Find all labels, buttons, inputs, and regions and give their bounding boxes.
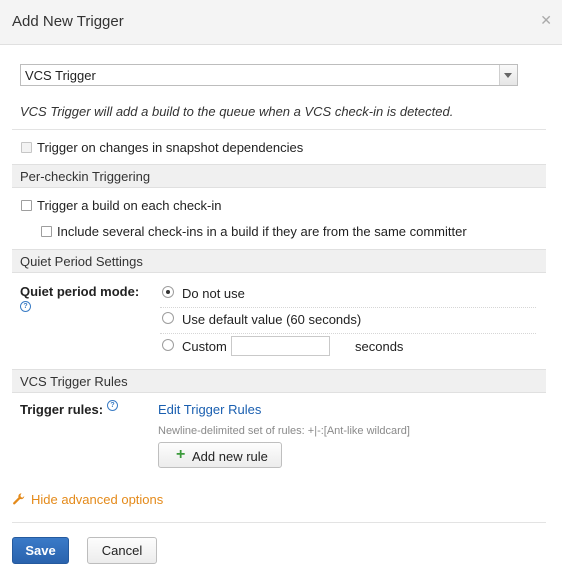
add-trigger-dialog: Add New Trigger ✕ VCS Trigger VCS Trigge… — [0, 0, 562, 570]
trigger-rules-hint: Newline-delimited set of rules: +|-:[Ant… — [158, 425, 410, 437]
radio-default-value-label: Use default value (60 seconds) — [182, 312, 362, 327]
dialog-header: Add New Trigger ✕ — [0, 0, 562, 45]
plus-icon: + — [176, 446, 186, 463]
add-new-rule-label: Add new rule — [192, 449, 268, 464]
help-icon[interactable]: ? — [20, 301, 31, 312]
radio-default-value[interactable] — [162, 312, 174, 324]
trigger-each-checkin-checkbox[interactable] — [21, 200, 32, 211]
trigger-rules-label: Trigger rules: — [20, 402, 104, 417]
divider — [160, 307, 536, 308]
custom-seconds-unit: seconds — [355, 339, 404, 354]
divider — [160, 333, 536, 334]
trigger-description: VCS Trigger will add a build to the queu… — [20, 104, 454, 119]
close-icon[interactable]: ✕ — [540, 12, 552, 29]
edit-trigger-rules-link[interactable]: Edit Trigger Rules — [158, 402, 261, 417]
trigger-each-checkin-label: Trigger a build on each check-in — [37, 198, 222, 213]
custom-seconds-input[interactable] — [231, 336, 330, 356]
section-quiet-period-title: Quiet Period Settings — [20, 254, 143, 269]
trigger-type-select[interactable]: VCS Trigger — [20, 64, 518, 86]
snapshot-dependencies-label: Trigger on changes in snapshot dependenc… — [37, 140, 304, 155]
divider — [12, 129, 546, 130]
advanced-options-label: Hide advanced options — [31, 492, 164, 507]
chevron-down-icon[interactable] — [499, 65, 517, 85]
help-icon[interactable]: ? — [107, 400, 118, 411]
section-per-checkin-title: Per-checkin Triggering — [20, 169, 151, 184]
cancel-button[interactable]: Cancel — [87, 537, 157, 564]
divider — [12, 522, 546, 523]
snapshot-dependencies-checkbox[interactable] — [21, 142, 32, 153]
radio-custom[interactable] — [162, 339, 174, 351]
radio-do-not-use[interactable] — [162, 286, 174, 298]
trigger-type-value: VCS Trigger — [25, 68, 96, 83]
radio-custom-label: Custom — [182, 339, 227, 354]
section-trigger-rules-title: VCS Trigger Rules — [20, 374, 128, 389]
add-new-rule-button[interactable]: + Add new rule — [158, 442, 282, 468]
include-several-label: Include several check-ins in a build if … — [57, 224, 467, 239]
dialog-title: Add New Trigger — [12, 13, 124, 30]
include-several-checkbox[interactable] — [41, 226, 52, 237]
wrench-icon — [13, 493, 25, 505]
section-quiet-period: Quiet Period Settings — [12, 249, 546, 273]
radio-do-not-use-label: Do not use — [182, 286, 245, 301]
section-trigger-rules: VCS Trigger Rules — [12, 369, 546, 393]
save-button[interactable]: Save — [12, 537, 69, 564]
section-per-checkin: Per-checkin Triggering — [12, 164, 546, 188]
quiet-period-mode-label: Quiet period mode: — [20, 284, 140, 299]
